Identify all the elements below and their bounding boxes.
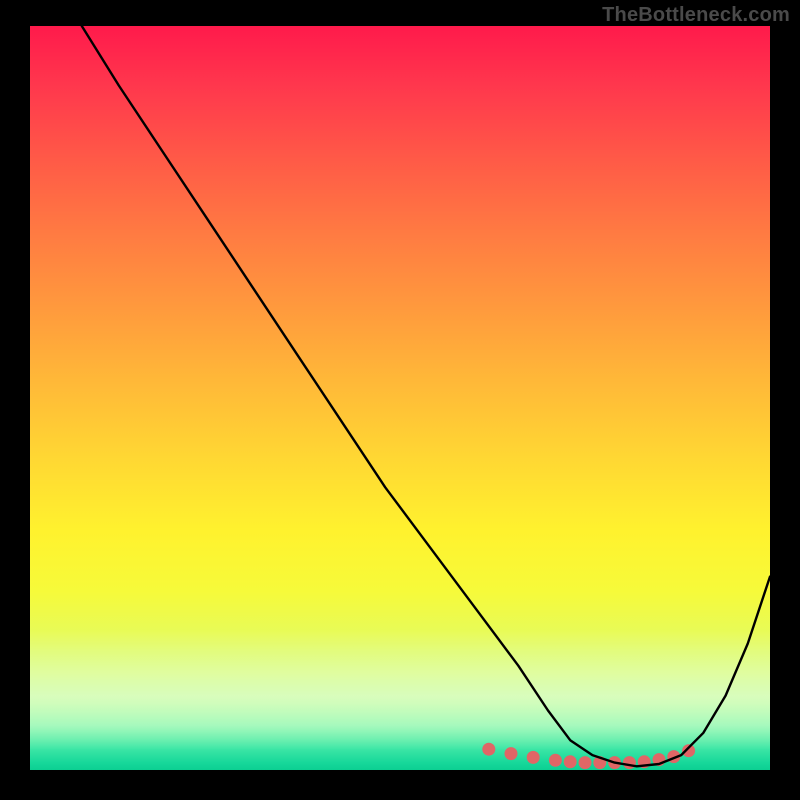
- plot-area: [30, 26, 770, 770]
- optimal-dot: [527, 751, 540, 764]
- marker-dots-group: [482, 743, 695, 769]
- optimal-dot: [623, 756, 636, 769]
- optimal-dot: [505, 747, 518, 760]
- chart-frame: TheBottleneck.com: [0, 0, 800, 800]
- watermark-text: TheBottleneck.com: [602, 4, 790, 27]
- optimal-dot: [564, 755, 577, 768]
- optimal-dot: [579, 756, 592, 769]
- optimal-dot: [482, 743, 495, 756]
- chart-svg: [30, 26, 770, 770]
- bottleneck-curve-line: [82, 26, 770, 766]
- optimal-dot: [549, 754, 562, 767]
